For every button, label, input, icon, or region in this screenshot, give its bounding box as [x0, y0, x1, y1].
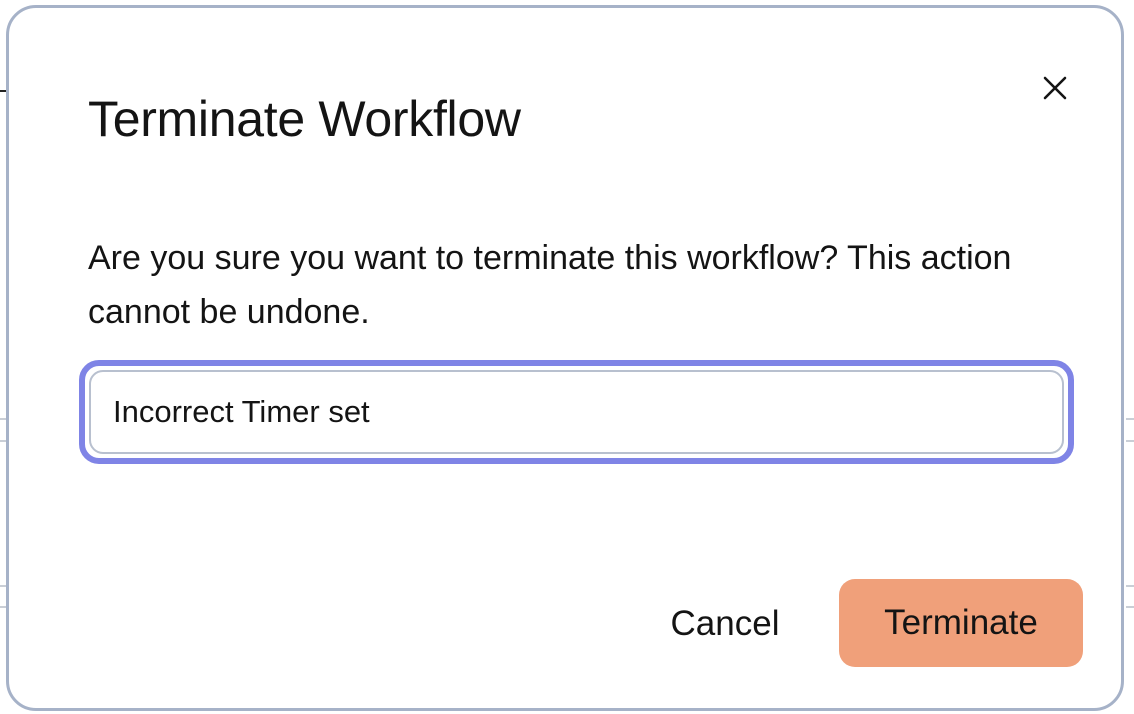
- backdrop-divider: [1126, 418, 1134, 420]
- close-button[interactable]: [1035, 68, 1075, 108]
- dialog-title: Terminate Workflow: [88, 91, 521, 147]
- dialog-message: Are you sure you want to terminate this …: [88, 239, 1012, 331]
- termination-reason-input[interactable]: [89, 370, 1064, 454]
- reason-input-focus-ring: [79, 360, 1074, 464]
- close-icon: [1043, 76, 1067, 100]
- terminate-workflow-dialog: Terminate Workflow Are you sure you want…: [6, 5, 1124, 711]
- backdrop-divider: [1126, 440, 1134, 442]
- cancel-button[interactable]: Cancel: [649, 586, 801, 662]
- backdrop-divider: [1126, 585, 1134, 587]
- terminate-button[interactable]: Terminate: [839, 579, 1083, 667]
- backdrop-divider: [1126, 606, 1134, 608]
